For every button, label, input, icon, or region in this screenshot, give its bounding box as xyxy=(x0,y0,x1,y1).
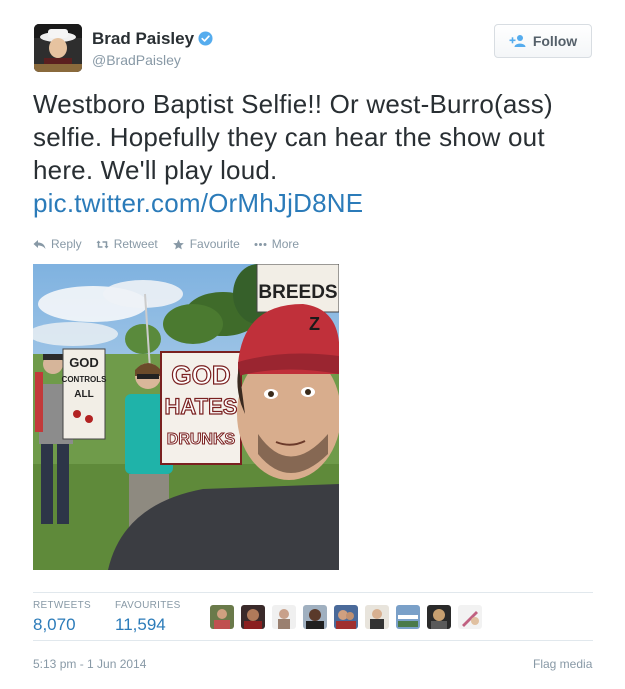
stats-divider-top xyxy=(33,592,593,593)
sign-drunks: DRUNKS xyxy=(167,431,236,448)
tweet-card: Brad Paisley @BradPaisley Follow Westbor… xyxy=(0,0,625,689)
favourites-label: FAVOURITES xyxy=(115,600,181,611)
sign-all: ALL xyxy=(74,389,93,400)
favouriter-avatars xyxy=(210,605,482,629)
sign-controls: CONTROLS xyxy=(62,375,108,384)
more-label: More xyxy=(271,237,300,251)
favouriter-avatar[interactable] xyxy=(241,605,265,629)
favouriter-avatar[interactable] xyxy=(303,605,327,629)
retweet-label: Retweet xyxy=(113,237,158,251)
avatar[interactable] xyxy=(34,24,82,72)
favouriter-avatar[interactable] xyxy=(365,605,389,629)
favouriter-avatar[interactable] xyxy=(334,605,358,629)
retweets-count: 8,070 xyxy=(33,615,76,634)
sign-god-2: GOD xyxy=(171,360,230,390)
favouriter-avatar[interactable] xyxy=(458,605,482,629)
user-handle[interactable]: @BradPaisley xyxy=(92,52,181,68)
favourites-stat[interactable]: FAVOURITES 11,594 xyxy=(115,600,181,635)
retweets-stat[interactable]: RETWEETS 8,070 xyxy=(33,600,91,635)
flag-media-link[interactable]: Flag media xyxy=(533,657,592,671)
svg-text:Z: Z xyxy=(309,314,320,334)
star-icon xyxy=(172,238,184,249)
sign-god-1: GOD xyxy=(69,355,99,370)
sign-breeds: BREEDS xyxy=(258,282,337,303)
follow-label: Follow xyxy=(532,33,578,49)
tweet-timestamp[interactable]: 5:13 pm - 1 Jun 2014 xyxy=(33,657,146,671)
retweet-icon xyxy=(96,240,109,248)
tweet-actions: Reply Retweet Favourite More xyxy=(33,237,299,251)
tweet-text: Westboro Baptist Selfie!! Or west-Burro(… xyxy=(33,88,593,220)
verified-icon xyxy=(198,31,213,46)
tweet-photo[interactable]: GOD CONTROLS ALL GOD HATES DRUNKS BREEDS xyxy=(33,264,339,570)
reply-icon xyxy=(33,239,46,249)
more-icon xyxy=(254,242,267,246)
favouriter-avatar[interactable] xyxy=(396,605,420,629)
retweets-label: RETWEETS xyxy=(33,600,91,611)
favouriter-avatar[interactable] xyxy=(427,605,451,629)
sign-hates: HATES xyxy=(165,394,238,419)
add-user-icon xyxy=(509,35,526,47)
retweet-action[interactable]: Retweet xyxy=(96,237,158,251)
user-name[interactable]: Brad Paisley xyxy=(92,29,194,49)
favourites-count: 11,594 xyxy=(115,615,166,634)
tweet-media-link[interactable]: pic.twitter.com/OrMhJjD8NE xyxy=(33,188,363,218)
follow-button[interactable]: Follow xyxy=(494,24,592,58)
reply-action[interactable]: Reply xyxy=(33,237,82,251)
favouriter-avatar[interactable] xyxy=(210,605,234,629)
tweet-body: Westboro Baptist Selfie!! Or west-Burro(… xyxy=(33,89,553,185)
favourite-label: Favourite xyxy=(189,237,240,251)
favouriter-avatar[interactable] xyxy=(272,605,296,629)
stats-divider-bottom xyxy=(33,640,593,641)
favourite-action[interactable]: Favourite xyxy=(172,237,240,251)
more-action[interactable]: More xyxy=(254,237,299,251)
reply-label: Reply xyxy=(51,237,82,251)
